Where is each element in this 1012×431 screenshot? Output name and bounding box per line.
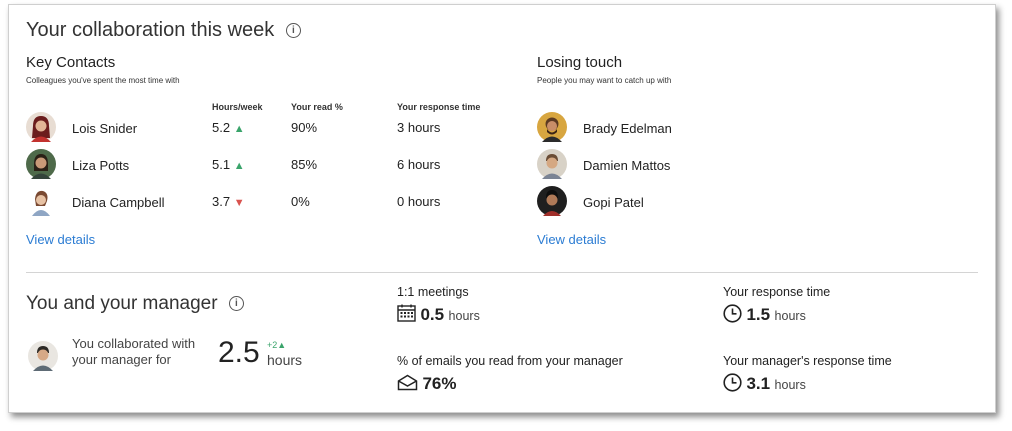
your-response-label: Your response time <box>723 285 831 299</box>
hours-number: 5.2 <box>212 120 231 135</box>
trend-up-icon: ▲ <box>233 123 245 135</box>
response-time: 0 hours <box>397 194 441 209</box>
meetings-label: 1:1 meetings <box>397 285 469 299</box>
open-mail-icon <box>397 374 418 391</box>
losing-touch-title: Losing touch <box>537 54 623 71</box>
emails-value: 76% <box>422 374 457 393</box>
column-header-hours: Hours/week <box>212 102 263 112</box>
read-percent: 85% <box>291 157 318 172</box>
collab-value: 2.5 <box>218 336 260 369</box>
response-time: 3 hours <box>397 120 441 135</box>
manager-title-text: You and your manager <box>26 293 218 314</box>
avatar <box>28 341 58 376</box>
avatar-gopi-patel <box>537 186 567 216</box>
page-title: Your collaboration this week i <box>26 19 301 42</box>
key-contacts-view-details-link[interactable]: View details <box>26 232 95 247</box>
avatar[interactable] <box>537 186 567 221</box>
section-divider <box>26 272 978 273</box>
hours-number: 5.1 <box>212 157 231 172</box>
meetings-unit: hours <box>448 309 480 323</box>
contact-name[interactable]: Diana Campbell <box>72 195 165 210</box>
contact-name[interactable]: Lois Snider <box>72 121 137 136</box>
info-icon[interactable]: i <box>285 23 301 39</box>
key-contacts-title: Key Contacts <box>26 54 116 71</box>
avatar[interactable] <box>537 112 567 147</box>
hours-number: 3.7 <box>212 194 231 209</box>
page-title-text: Your collaboration this week <box>26 19 275 41</box>
manager-response-unit: hours <box>774 378 806 392</box>
manager-response-value: 3.1 <box>746 374 771 393</box>
collab-text-line2: your manager for <box>72 352 171 367</box>
manager-response-label: Your manager's response time <box>723 354 892 368</box>
avatar-liza-potts <box>26 149 56 179</box>
emails-label: % of emails you read from your manager <box>397 354 623 368</box>
response-time: 6 hours <box>397 157 441 172</box>
read-percent: 0% <box>291 194 310 209</box>
column-header-read: Your read % <box>291 102 343 112</box>
avatar[interactable] <box>26 112 56 147</box>
avatar-lois-snider <box>26 112 56 142</box>
meetings-metric: 0.5 hours <box>397 304 480 325</box>
column-header-response: Your response time <box>397 102 481 112</box>
trend-up-icon: ▲ <box>277 340 287 350</box>
read-percent: 90% <box>291 120 318 135</box>
trend-down-icon: ▼ <box>233 197 245 209</box>
collaboration-card: Your collaboration this week i Key Conta… <box>8 4 996 413</box>
losing-touch-subtitle: People you may want to catch up with <box>537 76 672 85</box>
info-icon[interactable]: i <box>228 296 244 312</box>
losing-touch-name[interactable]: Brady Edelman <box>583 121 672 136</box>
contact-name[interactable]: Liza Potts <box>72 158 129 173</box>
avatar-brady-edelman <box>537 112 567 142</box>
calendar-icon <box>397 304 416 322</box>
losing-touch-view-details-link[interactable]: View details <box>537 232 606 247</box>
losing-touch-name[interactable]: Damien Mattos <box>583 158 670 173</box>
your-response-unit: hours <box>774 309 806 323</box>
clock-icon <box>723 304 742 323</box>
avatar-you <box>28 341 58 371</box>
emails-metric: 76% <box>397 374 456 394</box>
trend-up-icon: ▲ <box>233 160 245 172</box>
avatar[interactable] <box>26 186 56 221</box>
avatar-diana-campbell <box>26 186 56 216</box>
collab-unit: hours <box>267 352 303 368</box>
your-response-metric: 1.5 hours <box>723 304 806 325</box>
hours-value: 5.2 ▲ <box>212 120 245 135</box>
avatar-damien-mattos <box>537 149 567 179</box>
meetings-value: 0.5 <box>420 305 445 324</box>
your-response-value: 1.5 <box>746 305 771 324</box>
avatar[interactable] <box>26 149 56 184</box>
avatar[interactable] <box>537 149 567 184</box>
clock-icon <box>723 373 742 392</box>
collab-text: You collaborated with your manager for <box>72 336 195 368</box>
collab-text-line1: You collaborated with <box>72 336 196 351</box>
manager-section-title: You and your manager i <box>26 293 244 315</box>
manager-response-metric: 3.1 hours <box>723 373 806 394</box>
key-contacts-subtitle: Colleagues you've spent the most time wi… <box>26 76 180 85</box>
hours-value: 5.1 ▲ <box>212 157 245 172</box>
collab-delta: +2▲ <box>267 340 286 350</box>
hours-value: 3.7 ▼ <box>212 194 245 209</box>
collab-delta-text: +2 <box>267 340 278 350</box>
losing-touch-name[interactable]: Gopi Patel <box>583 195 644 210</box>
